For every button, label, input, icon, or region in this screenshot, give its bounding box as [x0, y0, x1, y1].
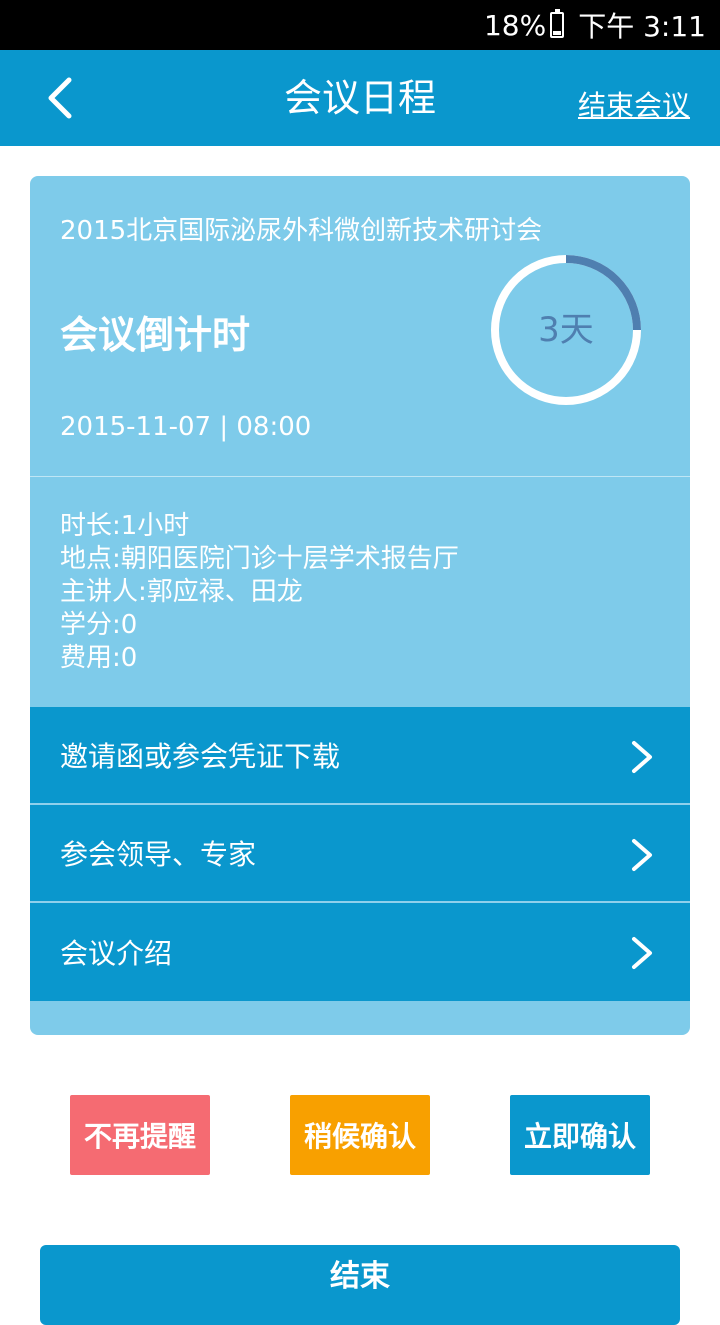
end-meeting-link[interactable]: 结束会议	[578, 50, 690, 162]
menu-item-leaders-experts[interactable]: 参会领导、专家	[30, 805, 690, 903]
meeting-card: 2015北京国际泌尿外科微创新技术研讨会 会议倒计时 3天 2015-11-07…	[30, 176, 690, 1035]
back-arrow-icon	[48, 77, 72, 119]
countdown-label: 会议倒计时	[60, 313, 251, 357]
meeting-name: 2015北京国际泌尿外科微创新技术研讨会	[60, 216, 543, 246]
chevron-right-icon	[632, 741, 652, 773]
detail-location: 地点:朝阳医院门诊十层学术报告厅	[60, 544, 459, 574]
menu-item-meeting-intro[interactable]: 会议介绍	[30, 903, 690, 1001]
battery-icon	[550, 9, 565, 38]
detail-duration: 时长:1小时	[60, 511, 190, 541]
app-bar: 会议日程 结束会议	[0, 50, 720, 146]
status-time: 下午 3:11	[578, 10, 706, 43]
menu-item-label: 会议介绍	[60, 937, 173, 970]
detail-fee: 费用:0	[60, 643, 138, 673]
menu-item-label: 邀请函或参会凭证下载	[60, 740, 341, 773]
divider	[30, 476, 690, 477]
battery-percent: 18%	[483, 8, 547, 42]
countdown-days: 3天	[538, 310, 594, 350]
no-remind-button[interactable]: 不再提醒	[70, 1095, 210, 1175]
back-button[interactable]	[36, 74, 84, 122]
end-button[interactable]: 结束	[40, 1245, 680, 1325]
chevron-right-icon	[632, 937, 652, 969]
meeting-menu: 邀请函或参会凭证下载 参会领导、专家 会议介绍	[30, 707, 690, 1001]
status-bar: 18% 下午 3:11	[0, 0, 720, 50]
meeting-datetime: 2015-11-07 | 08:00	[60, 412, 312, 442]
meeting-details: 时长:1小时 地点:朝阳医院门诊十层学术报告厅 主讲人:郭应禄、田龙 学分:0 …	[60, 510, 459, 675]
menu-item-label: 参会领导、专家	[60, 838, 257, 871]
chevron-right-icon	[632, 839, 652, 871]
confirm-later-button[interactable]: 稍候确认	[290, 1095, 430, 1175]
detail-credits: 学分:0	[60, 610, 138, 640]
confirm-now-button[interactable]: 立即确认	[510, 1095, 650, 1175]
detail-speakers: 主讲人:郭应禄、田龙	[60, 577, 303, 607]
menu-item-invitation-download[interactable]: 邀请函或参会凭证下载	[30, 707, 690, 805]
